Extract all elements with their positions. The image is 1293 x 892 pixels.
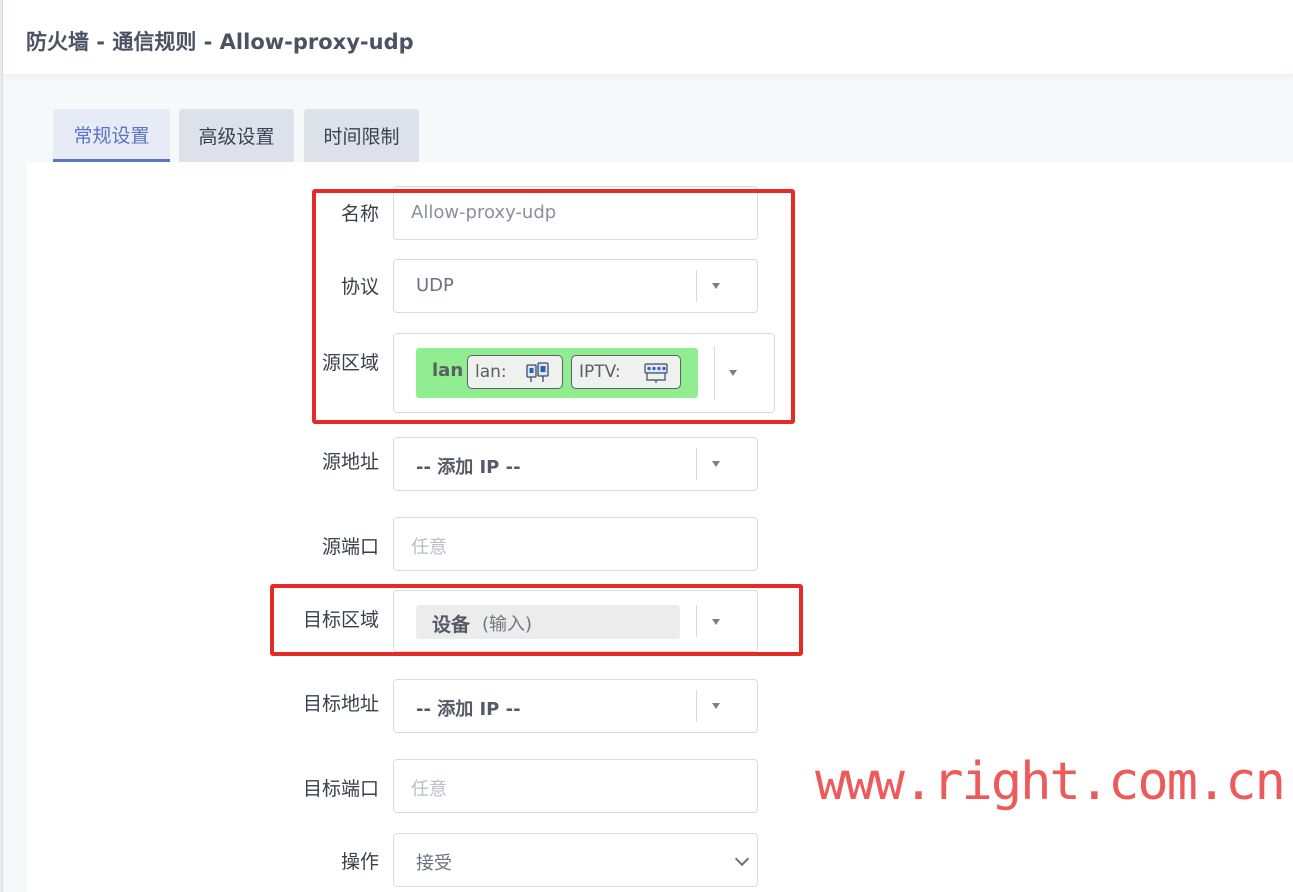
dest-port-label: 目标端口 <box>302 778 379 800</box>
caret-down-icon <box>712 703 720 709</box>
highlight-box-source <box>312 189 795 424</box>
select-divider <box>696 690 697 722</box>
select-divider <box>696 448 697 480</box>
chevron-down-icon <box>734 851 750 867</box>
dest-port-placeholder: 任意 <box>411 779 447 800</box>
dest-port-input[interactable]: 任意 <box>393 759 758 813</box>
source-port-placeholder: 任意 <box>411 537 447 558</box>
source-address-select[interactable]: -- 添加 IP -- <box>393 437 758 491</box>
watermark-text: www.right.com.cn <box>815 752 1286 812</box>
tab-general-settings[interactable]: 常规设置 <box>53 109 170 162</box>
dest-address-select[interactable]: -- 添加 IP -- <box>393 679 758 733</box>
action-label: 操作 <box>340 851 379 873</box>
modal-title: 防火墙 - 通信规则 - Allow-proxy-udp <box>26 30 414 54</box>
caret-down-icon <box>712 461 720 467</box>
modal-header: 防火墙 - 通信规则 - Allow-proxy-udp <box>3 0 1293 75</box>
tab-advanced-settings[interactable]: 高级设置 <box>179 109 294 162</box>
dest-address-value: -- 添加 IP -- <box>416 699 521 720</box>
action-select-value: 接受 <box>416 853 452 874</box>
source-address-label: 源地址 <box>321 451 379 473</box>
highlight-box-destination <box>270 584 803 656</box>
source-port-label: 源端口 <box>321 536 379 558</box>
source-port-input[interactable]: 任意 <box>393 517 758 571</box>
source-address-value: -- 添加 IP -- <box>416 457 521 478</box>
action-select[interactable]: 接受 <box>393 833 758 887</box>
dest-address-label: 目标地址 <box>302 693 379 715</box>
tab-time-restrictions[interactable]: 时间限制 <box>304 109 419 162</box>
